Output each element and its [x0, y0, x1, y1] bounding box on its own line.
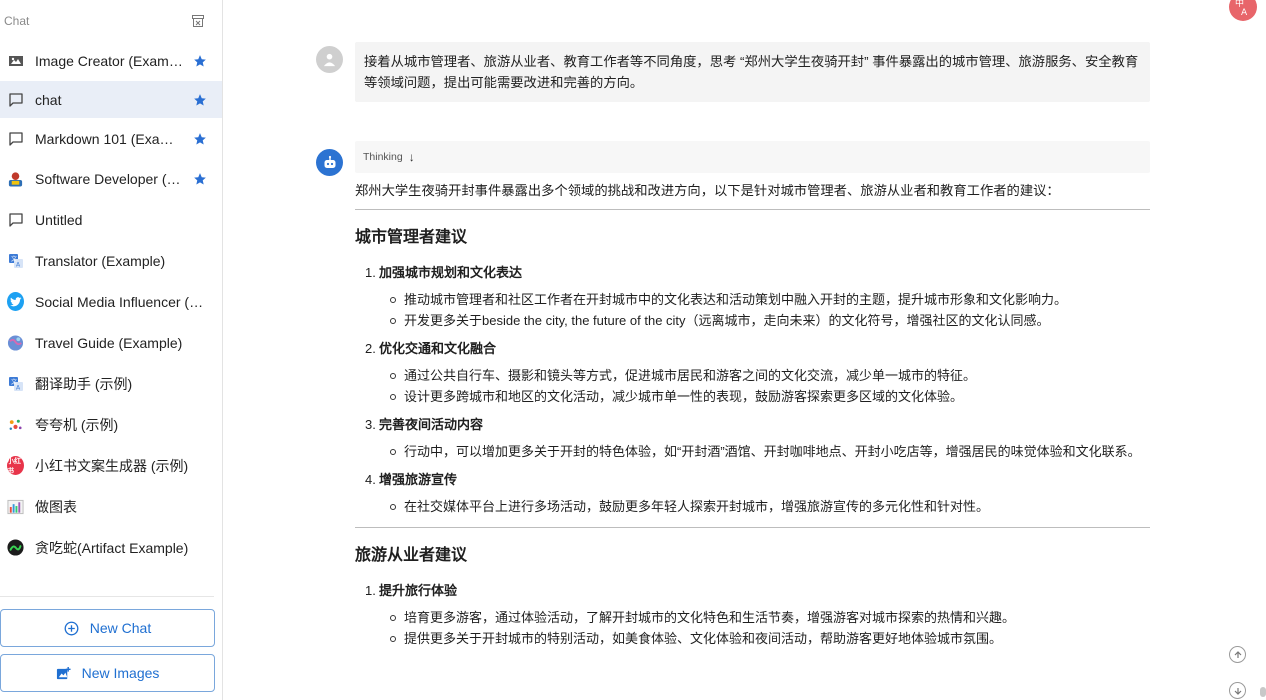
thinking-label: Thinking [363, 151, 403, 163]
sidebar-item-untitled[interactable]: Untitled [0, 200, 222, 239]
chat-main: 中 A 接着从城市管理者、旅游从业者、教育工作者等不同角度，思考 “郑州大学生夜… [223, 0, 1266, 700]
chat-bubble-icon [7, 211, 24, 228]
star-icon[interactable] [192, 92, 208, 108]
sidebar-item-software-developer[interactable]: Software Developer (Example) [0, 159, 222, 198]
sidebar-footer: New Chat New Images [0, 596, 215, 700]
section-list: 1. 提升旅行体验 培育更多游客，通过体验活动，了解开封城市的文化特色和生活节奏，… [355, 581, 1150, 649]
bullet-text: 培育更多游客，通过体验活动，了解开封城市的文化特色和生活节奏，增强游客对城市探索… [390, 607, 1150, 628]
sidebar-item-xiaohongshu-generator[interactable]: 小红书 小红书文案生成器 (示例) [0, 446, 222, 485]
chart-icon [7, 498, 24, 515]
bullet-text: 设计更多跨城市和地区的文化活动，减少城市单一性的表现，鼓励游客探索更多区域的文化… [390, 386, 1150, 407]
sidebar-item-chat[interactable]: chat [0, 81, 222, 118]
xiaohongshu-logo-icon: 小红书 [7, 456, 24, 475]
sidebar-item-label: 翻译助手 (示例) [35, 375, 133, 392]
user-message-text: 接着从城市管理者、旅游从业者、教育工作者等不同角度，思考 “郑州大学生夜骑开封”… [355, 42, 1150, 102]
sidebar-item-label: Translator (Example) [35, 252, 166, 269]
list-item: 3. 完善夜间活动内容 行动中，可以增加更多关于开封的特色体验，如“开封酒”酒馆、… [365, 415, 1150, 462]
sidebar-item-label: 小红书文案生成器 (示例) [35, 457, 189, 474]
sidebar-item-snake-game[interactable]: 贪吃蛇(Artifact Example) [0, 528, 222, 567]
sidebar-item-translation-assistant[interactable]: 文A 翻译助手 (示例) [0, 364, 222, 403]
sidebar-item-label: 做图表 [35, 498, 77, 515]
twitter-bird-icon [7, 292, 24, 311]
item-number: 3. [365, 417, 376, 432]
list-item: 4. 增强旅游宣传 在社交媒体平台上进行多场活动，鼓励更多年轻人探索开封城市，增强… [365, 470, 1150, 517]
bullet-text: 提供更多关于开封城市的特别活动，如美食体验、文化体验和夜间活动，帮助游客更好地体… [390, 628, 1150, 649]
section-heading: 城市管理者建议 [355, 229, 468, 246]
bullet-text: 推动城市管理者和社区工作者在开封城市中的文化表达和活动策划中融入开封的主题，提升… [390, 289, 1150, 310]
sidebar-item-praise-machine[interactable]: 夸夸机 (示例) [0, 405, 222, 444]
section-heading: 旅游从业者建议 [355, 547, 468, 564]
section-divider [355, 527, 1150, 528]
star-icon[interactable] [192, 131, 208, 147]
developer-avatar-icon [7, 170, 24, 187]
scrollbar-thumb[interactable] [1260, 687, 1266, 697]
confetti-icon [7, 416, 24, 433]
sidebar-item-label: Markdown 101 (Example) [35, 130, 184, 147]
clear-chats-icon[interactable] [190, 13, 206, 29]
image-icon [7, 52, 24, 69]
sidebar-item-travel-guide[interactable]: Travel Guide (Example) [0, 323, 222, 362]
sidebar-header: Chat [0, 0, 222, 42]
bullet-text: 通过公共自行车、摄影和镜头等方式，促进城市居民和游客之间的文化交流，减少单一城市… [390, 365, 1150, 386]
item-number: 2. [365, 341, 376, 356]
chat-bubble-icon [7, 91, 24, 108]
assistant-intro: 郑州大学生夜骑开封事件暴露出多个领域的挑战和改进方向，以下是针对城市管理者、旅游… [355, 181, 1150, 210]
translate-icon: 文A [7, 375, 24, 392]
item-number: 1. [365, 583, 376, 598]
item-title: 完善夜间活动内容 [379, 417, 484, 432]
new-images-button[interactable]: New Images [0, 654, 215, 692]
sidebar-item-label: Travel Guide (Example) [35, 334, 183, 351]
list-item: 1. 提升旅行体验 培育更多游客，通过体验活动，了解开封城市的文化特色和生活节奏，… [365, 581, 1150, 649]
sidebar-item-label: 贪吃蛇(Artifact Example) [35, 539, 189, 556]
sidebar-item-markdown-101[interactable]: Markdown 101 (Example) [0, 120, 222, 157]
new-chat-label: New Chat [89, 620, 152, 636]
xiaohongshu-badge: 小红书 [7, 456, 24, 475]
bullet-text: 开发更多关于beside the city, the future of the… [390, 310, 1150, 331]
scroll-up-button[interactable] [1229, 646, 1246, 663]
item-title: 优化交通和文化融合 [379, 341, 497, 356]
star-icon[interactable] [192, 171, 208, 187]
sidebar-item-label: Software Developer (Example) [35, 170, 184, 187]
plus-circle-icon [64, 620, 80, 636]
globe-icon [7, 334, 24, 351]
sidebar-item-translator[interactable]: 文A Translator (Example) [0, 241, 222, 280]
list-item: 2. 优化交通和文化融合 通过公共自行车、摄影和镜头等方式，促进城市居民和游客之间… [365, 339, 1150, 407]
item-title: 加强城市规划和文化表达 [379, 265, 523, 280]
section-list: 1. 加强城市规划和文化表达 推动城市管理者和社区工作者在开封城市中的文化表达和活… [355, 263, 1150, 517]
new-chat-button[interactable]: New Chat [0, 609, 215, 647]
item-number: 1. [365, 265, 376, 280]
sidebar-item-label: chat [35, 91, 62, 108]
sidebar-item-label: 夸夸机 (示例) [35, 416, 119, 433]
sidebar-item-social-media-influencer[interactable]: Social Media Influencer (Example) [0, 282, 222, 321]
svg-text:A: A [1241, 8, 1248, 18]
chat-list: Image Creator (Example) chat Markdown 10… [0, 42, 222, 567]
bullet-text: 在社交媒体平台上进行多场活动，鼓励更多年轻人探索开封城市，增强旅游宣传的多元化性… [390, 496, 1150, 517]
thinking-toggle[interactable]: Thinking ↓ [355, 141, 1150, 173]
scrollbar[interactable] [1260, 0, 1266, 700]
add-image-icon [56, 665, 72, 681]
bullet-text: 行动中，可以增加更多关于开封的特色体验，如“开封酒”酒馆、开封咖啡地点、开封小吃… [390, 441, 1150, 462]
scroll-down-button[interactable] [1229, 682, 1246, 699]
snake-game-icon [7, 539, 24, 556]
sidebar-item-label: Image Creator (Example) [35, 52, 184, 69]
user-avatar-icon [316, 46, 343, 73]
item-number: 4. [365, 472, 376, 487]
assistant-message: 郑州大学生夜骑开封事件暴露出多个领域的挑战和改进方向，以下是针对城市管理者、旅游… [355, 181, 1150, 657]
sidebar-item-label: Social Media Influencer (Example) [35, 293, 208, 310]
star-icon[interactable] [192, 53, 208, 69]
sidebar-item-make-chart[interactable]: 做图表 [0, 487, 222, 526]
arrow-down-icon: ↓ [408, 150, 415, 164]
app-window: Chat Image Creator (Example) chat Markdo… [0, 0, 1266, 700]
chat-bubble-icon [7, 130, 24, 147]
sidebar-item-image-creator[interactable]: Image Creator (Example) [0, 42, 222, 79]
sidebar: Chat Image Creator (Example) chat Markdo… [0, 0, 223, 700]
item-title: 提升旅行体验 [379, 583, 458, 598]
new-images-label: New Images [81, 665, 160, 681]
sidebar-item-label: Untitled [35, 211, 83, 228]
list-item: 1. 加强城市规划和文化表达 推动城市管理者和社区工作者在开封城市中的文化表达和活… [365, 263, 1150, 331]
item-title: 增强旅游宣传 [379, 472, 458, 487]
bot-avatar-icon [316, 149, 343, 176]
sidebar-title: Chat [4, 14, 30, 28]
translate-icon: 文A [7, 252, 24, 269]
